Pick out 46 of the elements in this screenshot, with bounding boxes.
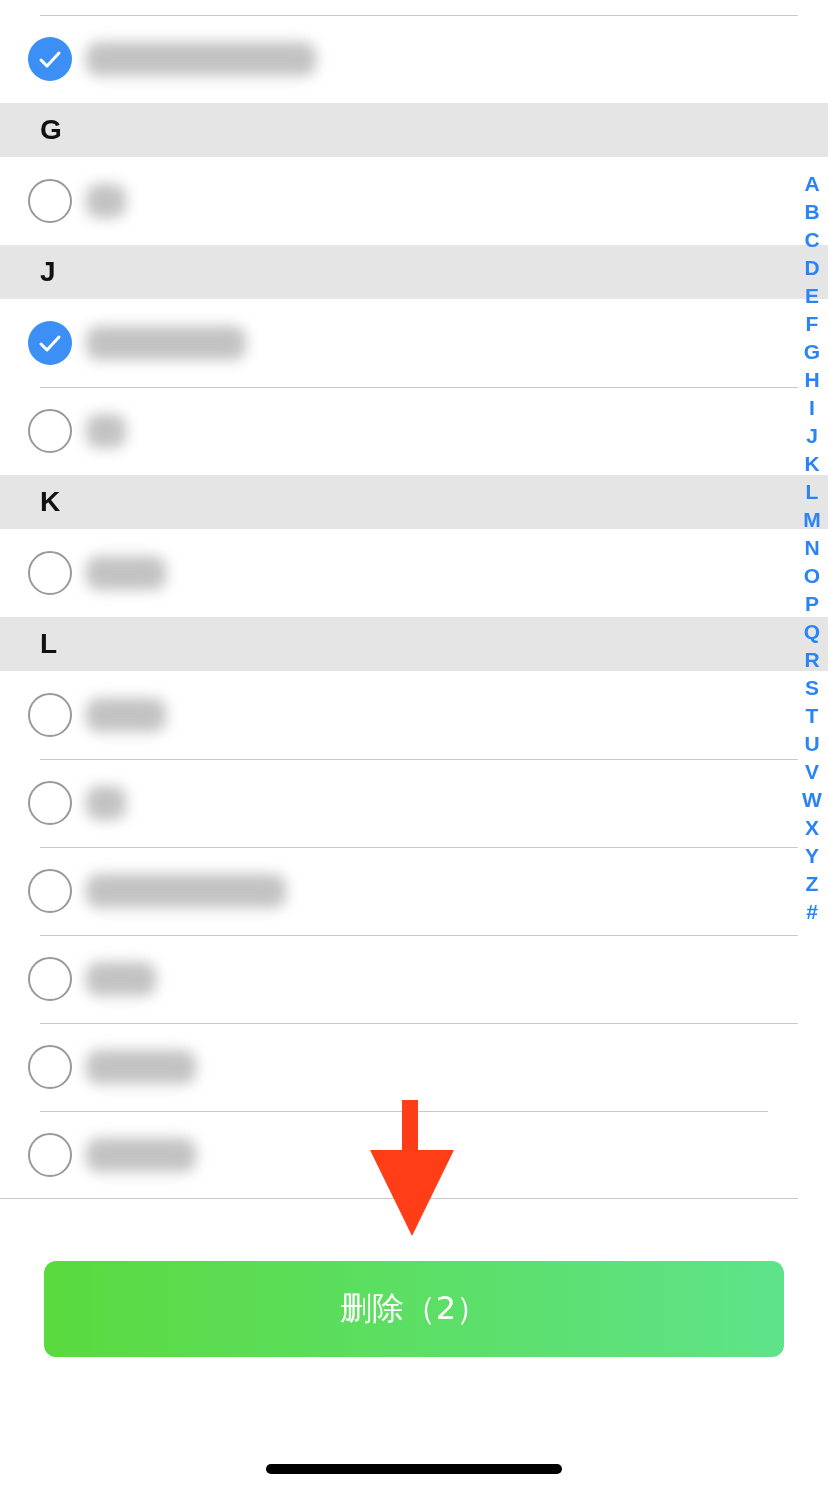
index-letter[interactable]: P [805, 590, 819, 618]
empty-circle-icon[interactable] [28, 693, 72, 737]
index-letter[interactable]: K [804, 450, 820, 478]
empty-circle-icon[interactable] [28, 781, 72, 825]
empty-circle-icon[interactable] [28, 957, 72, 1001]
index-letter[interactable]: Y [805, 842, 819, 870]
checked-circle-icon[interactable] [28, 37, 72, 81]
index-letter[interactable]: R [804, 646, 820, 674]
index-letter[interactable]: T [805, 702, 819, 730]
index-letter[interactable]: N [804, 534, 820, 562]
index-letter[interactable]: L [805, 478, 819, 506]
blurred-name [86, 414, 126, 448]
index-letter[interactable]: C [804, 226, 820, 254]
index-letter[interactable]: D [804, 254, 820, 282]
section-letter: G [40, 114, 62, 146]
index-letter[interactable]: M [803, 506, 821, 534]
blurred-name [86, 184, 126, 218]
index-letter[interactable]: # [806, 898, 818, 926]
empty-circle-icon[interactable] [28, 1132, 72, 1177]
index-letter[interactable]: I [809, 394, 815, 422]
empty-circle-icon[interactable] [28, 409, 72, 453]
blurred-name [86, 786, 126, 820]
index-letter[interactable]: S [805, 674, 819, 702]
index-letter[interactable]: J [806, 422, 818, 450]
index-letter[interactable]: G [803, 338, 821, 366]
checked-circle-icon[interactable] [28, 321, 72, 365]
index-letter[interactable]: Z [805, 870, 819, 898]
empty-circle-icon[interactable] [28, 551, 72, 595]
index-letter[interactable]: X [805, 814, 819, 842]
index-letter[interactable]: A [804, 170, 820, 198]
index-letter[interactable]: E [805, 282, 819, 310]
section-letter: K [40, 486, 61, 518]
index-letter[interactable]: U [804, 730, 820, 758]
index-letter[interactable]: H [804, 366, 820, 394]
index-letter[interactable]: F [805, 310, 819, 338]
blurred-name [86, 962, 156, 996]
index-letter[interactable]: Q [803, 618, 821, 646]
index-letter[interactable]: B [804, 198, 820, 226]
empty-circle-icon[interactable] [28, 1045, 72, 1089]
empty-circle-icon[interactable] [28, 179, 72, 223]
index-letter[interactable]: W [802, 786, 822, 814]
section-letter: J [40, 256, 56, 288]
index-letter[interactable]: V [805, 758, 819, 786]
empty-circle-icon[interactable] [28, 869, 72, 913]
index-letter[interactable]: O [803, 562, 821, 590]
section-letter: L [40, 628, 58, 660]
